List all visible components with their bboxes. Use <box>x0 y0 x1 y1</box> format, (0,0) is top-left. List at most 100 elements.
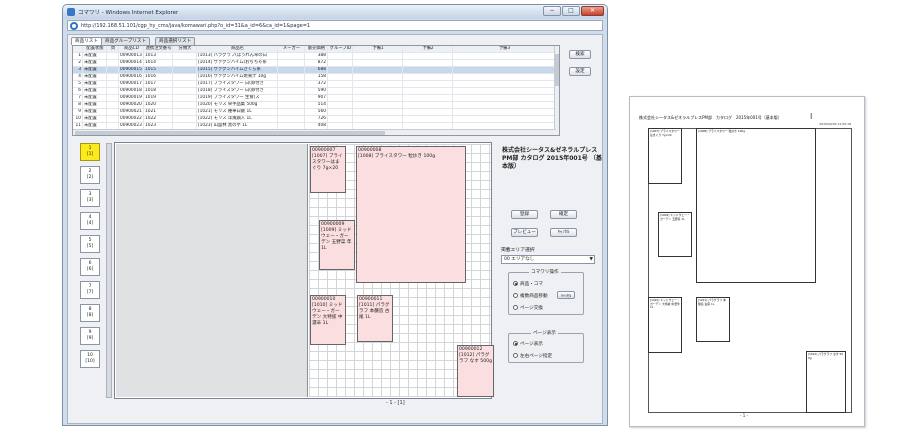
page-sub-label: [5] <box>86 244 94 249</box>
column-header[interactable]: グループID <box>328 46 353 53</box>
table-row[interactable]: 6 未配置 00900018 1018 [1018] ブライスタワー 白(卵付き 590 <box>73 88 556 95</box>
table-cell: 未配置 <box>83 67 107 74</box>
table-row[interactable]: 9 未配置 00900021 1021 [1021] モリス 種華白飯 1L 560 <box>73 109 556 116</box>
page-sub-label: [1] <box>86 152 94 157</box>
splitter-handle[interactable] <box>106 143 112 398</box>
page-button-5[interactable]: 5 [5] <box>80 235 100 253</box>
register-button[interactable]: 登録 <box>511 210 538 219</box>
radio-dot[interactable] <box>513 293 518 298</box>
small-cancel-button[interactable]: ｷｬﾝｾﾙ <box>557 291 575 299</box>
table-cell: 388 <box>305 53 328 60</box>
scroll-thumb[interactable] <box>555 54 559 86</box>
column-header[interactable]: 商品CD <box>119 46 144 53</box>
radio-dot[interactable] <box>513 281 518 286</box>
url-text[interactable]: http://192.168.51.101/cgp_hy_cms/java/ko… <box>81 23 310 29</box>
cancel-button[interactable]: ｷｬﾝｾﾙ <box>550 228 577 237</box>
layout-item[interactable]: 00900009 [1009] ミッドウェー・ガーデン 五野菜 年 1L <box>319 220 355 270</box>
radio-page-swap[interactable]: ページ交換 <box>513 305 543 311</box>
layout-canvas[interactable]: 00900007 [1007] ブライスタワーはまぐり 7g×20 00900008… <box>114 142 494 399</box>
radio-dot[interactable] <box>513 341 518 346</box>
search-button[interactable]: 検索 <box>569 50 591 59</box>
komawari-group: コマワリ操作 商品・コマ 複数商品移動 ｷｬﾝｾﾙ ページ交換 <box>508 269 584 315</box>
print-item-text: [1007] ブライスタワーはまぐり 7g×20 <box>650 129 680 137</box>
column-header[interactable]: 予備1 <box>353 46 403 53</box>
table-row[interactable]: 5 未配置 00900017 1017 [1017] ブライスタワー 白(卵付き 372 <box>73 81 556 88</box>
column-header[interactable]: 配置状態 <box>83 46 107 53</box>
window-title: コマワリ - Windows Internet Explorer <box>78 10 179 16</box>
table-cell: 00900020 <box>119 102 144 109</box>
ie-icon <box>70 22 78 30</box>
column-header[interactable]: 連携注文番号 <box>144 46 173 53</box>
table-row[interactable]: 1 未配置 00900013 1013 [1013] パラグラフ(ほうれん草の白 388 <box>73 53 556 60</box>
layout-item[interactable]: 00900012 [1012] パラグラフ なす 500g <box>457 345 494 397</box>
layout-item[interactable]: 00900010 [1010] ミッドウェー・ガーデン 大特抜 中濃辛 1L <box>310 295 346 345</box>
column-header[interactable]: 販売価格 <box>305 46 328 53</box>
tab-product-list[interactable]: 商品リスト <box>71 37 102 45</box>
table-row[interactable]: 8 未配置 00900020 1020 [1020] モリス 卓手品集 500g 514 <box>73 102 556 109</box>
page-button-1[interactable]: 1 [1] <box>80 143 100 161</box>
table-cell <box>173 102 197 109</box>
table-cell: 未配置 <box>83 95 107 102</box>
table-horizontal-scrollbar[interactable] <box>73 129 556 135</box>
table-vertical-scrollbar[interactable] <box>554 46 559 135</box>
column-header[interactable]: 商品名 <box>197 46 278 53</box>
table-cell: 560 <box>305 109 328 116</box>
page-sub-label: [8] <box>86 313 94 318</box>
print-item-text: [1011] パラグラフ 本醸造 古尾 1L <box>698 298 726 306</box>
table-cell <box>403 116 453 123</box>
table-cell: 1 <box>73 53 83 60</box>
scroll-thumb[interactable] <box>75 131 385 135</box>
page-button-8[interactable]: 8 [8] <box>80 304 100 322</box>
radio-page-display[interactable]: ページ表示 <box>513 341 543 347</box>
table-row[interactable]: 3 未配置 00900015 1015 [1015] ヴァグンハイムさくら系 688 <box>73 67 556 74</box>
radio-multi-move[interactable]: 複数商品移動 <box>513 293 548 299</box>
table-row[interactable]: 7 未配置 00900019 1019 [1019] ブライスタワー 生食(ス 907 <box>73 95 556 102</box>
layout-item[interactable]: 00900008 [1008] ブライスタワー 粒炒き 100g <box>356 146 466 283</box>
page-button-6[interactable]: 6 [6] <box>80 258 100 276</box>
radio-dot[interactable] <box>513 353 518 358</box>
app-icon <box>67 8 75 16</box>
table-cell <box>353 74 403 81</box>
page-button-9[interactable]: 9 [9] <box>80 327 100 345</box>
address-bar[interactable]: http://192.168.51.101/cgp_hy_cms/java/ko… <box>67 20 603 31</box>
radio-item-position[interactable]: 商品・コマ <box>513 281 543 287</box>
item-name: [1012] パラグラフ なす 500g <box>459 353 492 364</box>
settings-button[interactable]: 設定 <box>569 67 591 76</box>
page-list: 1 [1] 2 [2] 3 [3] 4 [4] 5 [5] 6 [6] 7 [7] 8 [8] 9 [9] 10 [1… <box>80 143 104 393</box>
radio-left-right-page[interactable]: 左右ページ指定 <box>513 353 552 359</box>
table-cell <box>353 53 403 60</box>
page-sub-label: [3] <box>86 198 94 203</box>
column-header[interactable]: 予備2 <box>403 46 453 53</box>
area-select-value: 00 エリアなし <box>504 257 535 262</box>
preview-button[interactable]: プレビュー <box>511 228 538 237</box>
table-cell <box>107 102 119 109</box>
table-cell <box>173 74 197 81</box>
page-button-7[interactable]: 7 [7] <box>80 281 100 299</box>
column-header[interactable] <box>73 46 83 53</box>
column-header[interactable]: 分類大 <box>173 46 197 53</box>
radio-dot[interactable] <box>513 305 518 310</box>
area-select[interactable]: 00 エリアなし ▼ <box>501 255 595 264</box>
layout-item[interactable]: 00900007 [1007] ブライスタワーはまぐり 7g×20 <box>310 146 346 193</box>
layout-item[interactable]: 00900011 [1011] パラグラフ 本醸造 古尾 1L <box>357 295 393 342</box>
tab-product-group-list[interactable]: 商品グループリスト <box>101 37 151 45</box>
tab-product-selection-list[interactable]: 商品選択リスト <box>155 37 196 45</box>
table-row[interactable]: 2 未配置 00900014 1014 [1014] ヴァグンハイム(おちちゃ系 872 <box>73 60 556 67</box>
page-button-4[interactable]: 4 [4] <box>80 212 100 230</box>
table-cell: 未配置 <box>83 60 107 67</box>
column-header[interactable]: 予備3 <box>453 46 556 53</box>
table-cell: 907 <box>305 95 328 102</box>
minimize-button[interactable]: − <box>543 6 561 16</box>
confirm-button[interactable]: 確定 <box>550 210 577 219</box>
page-button-2[interactable]: 2 [2] <box>80 166 100 184</box>
page-button-10[interactable]: 10 [10] <box>80 350 100 368</box>
close-button[interactable]: ✕ <box>581 6 604 16</box>
table-row[interactable]: 10 未配置 00900022 1022 [1022] モリス 洋風鍋入 1L 726 <box>73 116 556 123</box>
column-header[interactable]: メーカー <box>278 46 305 53</box>
maximize-button[interactable]: □ <box>562 6 580 16</box>
page-button-3[interactable]: 3 [3] <box>80 189 100 207</box>
table-cell <box>403 102 453 109</box>
page-sub-label: [2] <box>86 175 94 180</box>
table-row[interactable]: 4 未配置 00900016 1016 [1016] ヴァグンハイム焼果汁 10g 158 <box>73 74 556 81</box>
column-header[interactable]: 頁 <box>107 46 119 53</box>
